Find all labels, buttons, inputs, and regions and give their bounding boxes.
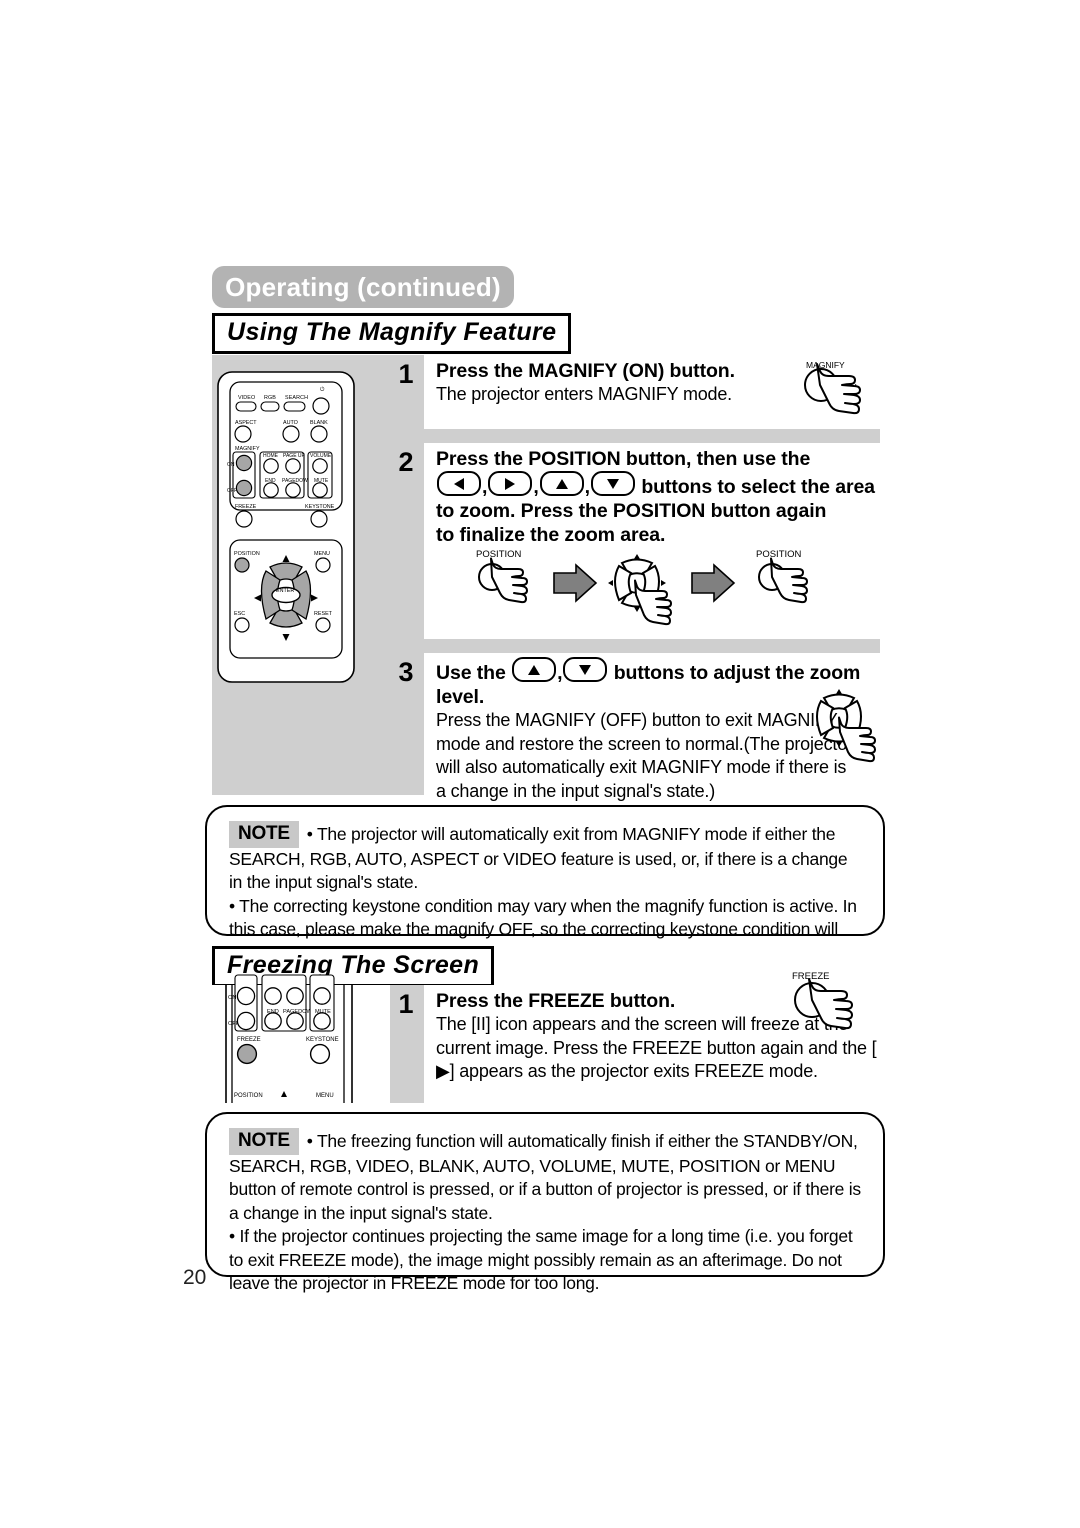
svg-text:ESC: ESC (234, 611, 245, 617)
arrow-down-key-icon (590, 471, 635, 496)
svg-text:POSITION: POSITION (234, 551, 260, 557)
svg-text:ENTER: ENTER (276, 588, 294, 594)
note-box-freeze: NOTE • The freezing function will automat… (205, 1112, 885, 1293)
page-title: Operating (continued) (212, 266, 514, 308)
arrow-left-key-icon (437, 471, 481, 496)
step-number: 1 (388, 355, 424, 429)
note-line-1: • The projector will automatically exit … (229, 824, 848, 892)
arrow-up-key-icon (539, 471, 584, 496)
svg-text:HOME: HOME (263, 453, 279, 459)
note-line-1: • The freezing function will automatical… (229, 1131, 861, 1223)
svg-text:POSITION: POSITION (234, 1093, 263, 1099)
position-button-label-1: POSITION (476, 549, 522, 560)
step-title-line3: level. (436, 686, 485, 708)
svg-text:ON: ON (228, 995, 236, 1001)
page-title-text: Operating (continued) (225, 271, 501, 302)
step-title-line1: Press the POSITION button, then use the (436, 448, 811, 470)
section-heading-magnify: Using The Magnify Feature (212, 313, 572, 354)
step-title-tail: buttons to adjust the zoom (613, 662, 861, 684)
svg-text:SEARCH: SEARCH (285, 395, 308, 401)
magnify-button-label: MAGNIFY (806, 360, 845, 370)
section-heading-magnify-text: Using The Magnify Feature (227, 317, 557, 346)
zoom-level-dpad-illustration (800, 682, 890, 787)
svg-text:FREEZE: FREEZE (235, 504, 257, 510)
svg-text:RESET: RESET (314, 611, 333, 617)
manual-page: Operating (continued) Using The Magnify … (0, 0, 1080, 1528)
svg-text:VIDEO: VIDEO (238, 395, 255, 401)
note-badge: NOTE (229, 821, 299, 848)
page-number: 20 (183, 1266, 207, 1289)
flow-arrow-icon (553, 563, 598, 603)
svg-text:PAGEDOWN: PAGEDOWN (282, 478, 312, 484)
svg-text:PAGE UP: PAGE UP (283, 453, 306, 459)
magnify-button-press-illustration: MAGNIFY ON (796, 358, 882, 438)
svg-text:FREEZE: FREEZE (237, 1037, 261, 1043)
step-title-lead: Use the (436, 662, 506, 684)
step-number: 1 (388, 985, 424, 1103)
step-title-line4: to finalize the zoom area. (436, 524, 666, 546)
svg-text:KEYSTONE: KEYSTONE (305, 504, 335, 510)
freeze-button-press-illustration: FREEZE (786, 968, 876, 1048)
step-title-line3: to zoom. Press the POSITION button again (436, 500, 827, 522)
svg-text:MENU: MENU (316, 1093, 334, 1099)
svg-text:ON: ON (227, 462, 235, 468)
svg-text:RGB: RGB (264, 395, 276, 401)
svg-text:ASPECT: ASPECT (235, 420, 257, 426)
remote-control-crop-illustration: ON OFF END PAGEDOWN MUTE FREEZE KEYSTONE… (212, 974, 390, 1103)
note-badge: NOTE (229, 1128, 299, 1155)
position-button-label-2: POSITION (756, 549, 802, 560)
position-sequence-illustration: POSITION POSITION (470, 545, 870, 645)
svg-text:OFF: OFF (227, 488, 237, 494)
note-box-magnify: NOTE • The projector will automatically e… (205, 805, 885, 963)
svg-text:VOLUME: VOLUME (310, 453, 332, 459)
svg-text:BLANK: BLANK (310, 420, 328, 426)
arrow-up-key-icon (512, 657, 557, 682)
svg-text:MENU: MENU (314, 551, 330, 557)
svg-text:MAGNIFY: MAGNIFY (235, 446, 260, 452)
note-line-2: • If the projector continues projecting … (229, 1226, 853, 1293)
flow-arrow-icon (691, 563, 736, 603)
remote-control-illustration: VIDEO RGB SEARCH ⏻ ASPECT AUTO BLANK MAG… (210, 362, 390, 692)
step-title-line2: buttons to select the area (641, 476, 875, 498)
freeze-button-label: FREEZE (792, 971, 829, 982)
svg-text:KEYSTONE: KEYSTONE (306, 1037, 339, 1043)
arrow-down-key-icon (563, 657, 608, 682)
step-description: Press the MAGNIFY (OFF) button to exit M… (436, 710, 853, 801)
step-number: 2 (388, 443, 424, 639)
svg-text:⏻: ⏻ (320, 386, 325, 393)
step-number: 3 (388, 653, 424, 795)
arrow-right-key-icon (488, 471, 533, 496)
svg-text:AUTO: AUTO (283, 420, 298, 426)
